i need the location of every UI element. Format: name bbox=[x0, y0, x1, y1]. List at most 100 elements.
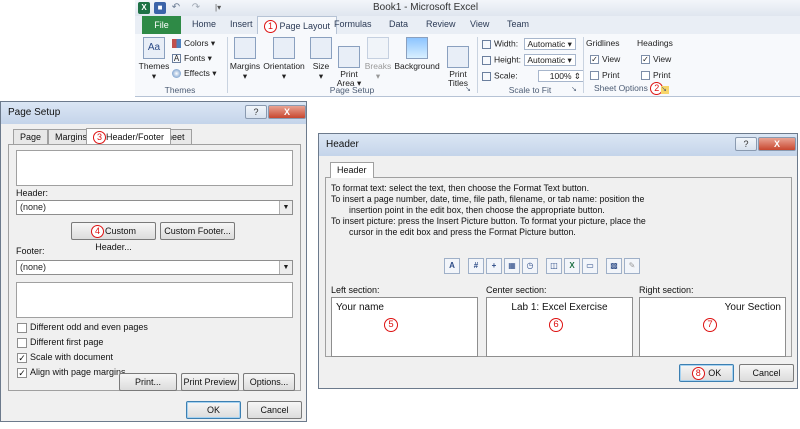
width-dropdown[interactable]: Automatic ▾ bbox=[524, 38, 577, 50]
left-section-editbox[interactable]: Your name 5 bbox=[331, 297, 478, 357]
height-dropdown[interactable]: Automatic ▾ bbox=[524, 54, 577, 66]
ok-button[interactable]: OK bbox=[186, 401, 241, 419]
scale-with-document-checkbox[interactable]: ✓ Scale with document bbox=[17, 352, 113, 363]
breaks-label: Breaks bbox=[364, 61, 392, 71]
excel-ribbon: X ■ ↶ ↷ |▾ Book1 - Microsoft Excel File … bbox=[135, 0, 800, 97]
sheet-options-label: Sheet Options bbox=[594, 82, 648, 93]
undo-icon[interactable]: ↶ bbox=[170, 2, 182, 14]
size-label: Size bbox=[312, 61, 330, 71]
gridlines-print-checkbox[interactable]: Print bbox=[590, 70, 620, 81]
margins-button[interactable]: Margins ▾ bbox=[229, 37, 261, 82]
sheet-options-launcher-icon[interactable]: ↘ bbox=[661, 86, 669, 94]
help-button[interactable]: ? bbox=[245, 105, 267, 119]
effects-button[interactable]: Effects ▾ bbox=[172, 68, 216, 79]
save-icon[interactable]: ■ bbox=[154, 2, 166, 14]
insert-date-icon[interactable]: ▦ bbox=[504, 258, 520, 274]
tab-insert[interactable]: Insert bbox=[230, 19, 253, 29]
fonts-icon: A bbox=[172, 54, 181, 64]
headings-view-check-icon: ✓ bbox=[641, 55, 650, 65]
orientation-icon bbox=[273, 37, 295, 59]
print-area-button[interactable]: Print Area ▾ bbox=[336, 37, 362, 88]
scale-label: Scale: bbox=[494, 70, 518, 81]
scale-stepper[interactable]: 100% ⇕ bbox=[538, 70, 584, 82]
quick-access-customize[interactable]: |▾ bbox=[215, 3, 221, 12]
print-titles-button[interactable]: Print Titles bbox=[443, 37, 473, 88]
effects-icon bbox=[172, 69, 181, 79]
custom-footer-button[interactable]: Custom Footer... bbox=[160, 222, 235, 240]
tab-header-footer[interactable]: 3 Header/Footer bbox=[86, 128, 172, 144]
tab-page-layout[interactable]: 1 Page Layout bbox=[257, 16, 338, 35]
gridlines-print-label: Print bbox=[602, 70, 620, 80]
tab-file[interactable]: File bbox=[142, 16, 181, 34]
insert-page-number-icon[interactable]: # bbox=[468, 258, 484, 274]
insert-time-icon[interactable]: ◷ bbox=[522, 258, 538, 274]
tab-formulas[interactable]: Formulas bbox=[334, 19, 372, 29]
ok-button[interactable]: 8 OK bbox=[679, 364, 734, 382]
page-setup-launcher-icon[interactable]: ↘ bbox=[465, 86, 473, 94]
tab-page[interactable]: Page bbox=[13, 129, 49, 144]
tab-home[interactable]: Home bbox=[192, 19, 216, 29]
tab-data[interactable]: Data bbox=[389, 19, 408, 29]
height-value: Automatic bbox=[527, 55, 566, 65]
size-icon bbox=[310, 37, 332, 59]
fonts-button[interactable]: A Fonts ▾ bbox=[172, 53, 212, 64]
print-preview-button[interactable]: Print Preview bbox=[181, 373, 239, 391]
print-area-icon bbox=[338, 46, 360, 68]
format-picture-icon[interactable]: ✎ bbox=[624, 258, 640, 274]
scale-with-document-label: Scale with document bbox=[30, 352, 114, 362]
footer-preview bbox=[16, 282, 293, 318]
margins-icon bbox=[234, 37, 256, 59]
close-button[interactable]: X bbox=[268, 105, 306, 119]
breaks-button[interactable]: Breaks ▾ bbox=[364, 37, 392, 82]
colors-button[interactable]: Colors ▾ bbox=[172, 38, 215, 49]
gridlines-view-checkbox[interactable]: ✓ View bbox=[590, 54, 620, 65]
format-text-icon[interactable]: A bbox=[444, 258, 460, 274]
different-first-page-checkbox[interactable]: Different first page bbox=[17, 337, 103, 348]
custom-header-button[interactable]: 4 Custom Header... bbox=[71, 222, 156, 252]
excel-app-icon[interactable]: X bbox=[138, 2, 150, 14]
different-odd-even-checkbox[interactable]: Different odd and even pages bbox=[17, 322, 148, 333]
tab-view[interactable]: View bbox=[470, 19, 489, 29]
center-section-editbox[interactable]: Lab 1: Excel Exercise 6 bbox=[486, 297, 633, 357]
insert-file-path-icon[interactable]: ◫ bbox=[546, 258, 562, 274]
close-button[interactable]: X bbox=[758, 137, 796, 151]
right-section-label: Right section: bbox=[639, 285, 694, 295]
insert-file-name-icon[interactable]: X bbox=[564, 258, 580, 274]
scale-to-fit-launcher-icon[interactable]: ↘ bbox=[571, 86, 579, 94]
background-label: Background bbox=[394, 61, 440, 71]
height-label: Height: bbox=[494, 54, 521, 65]
headings-print-check-icon bbox=[641, 71, 650, 81]
tab-review[interactable]: Review bbox=[426, 19, 456, 29]
different-odd-even-check-icon bbox=[17, 322, 27, 333]
background-button[interactable]: Background bbox=[393, 37, 441, 71]
header-preview bbox=[16, 150, 293, 186]
size-button[interactable]: Size ▾ bbox=[308, 37, 334, 82]
cancel-button[interactable]: Cancel bbox=[247, 401, 302, 419]
margins-label: Margins bbox=[229, 61, 261, 71]
themes-button[interactable]: Aa Themes ▾ bbox=[138, 37, 170, 82]
colors-label: Colors ▾ bbox=[184, 38, 216, 48]
sheet-options-group-label: Sheet Options 2 bbox=[584, 82, 684, 95]
callout-badge-8: 8 bbox=[691, 367, 705, 381]
insert-number-of-pages-icon[interactable]: + bbox=[486, 258, 502, 274]
scale-with-document-check-icon: ✓ bbox=[17, 352, 27, 363]
print-button[interactable]: Print... bbox=[119, 373, 177, 391]
insert-sheet-name-icon[interactable]: ▭ bbox=[582, 258, 598, 274]
tab-header[interactable]: Header bbox=[330, 162, 374, 178]
tab-team[interactable]: Team bbox=[507, 19, 529, 29]
footer-dropdown[interactable]: (none) ▼ bbox=[16, 260, 293, 275]
help-button[interactable]: ? bbox=[735, 137, 757, 151]
right-section-editbox[interactable]: Your Section 7 bbox=[639, 297, 786, 357]
align-with-margins-checkbox[interactable]: ✓ Align with page margins bbox=[17, 367, 126, 378]
options-button[interactable]: Options... bbox=[243, 373, 295, 391]
insert-picture-icon[interactable]: ▩ bbox=[606, 258, 622, 274]
header-dropdown[interactable]: (none) ▼ bbox=[16, 200, 293, 215]
headings-print-checkbox[interactable]: Print bbox=[641, 70, 670, 81]
page-setup-dialog: Page Setup ? X Page Margins 3 Header/Foot… bbox=[0, 101, 307, 422]
redo-icon[interactable]: ↷ bbox=[190, 2, 202, 14]
gridlines-print-check-icon bbox=[590, 71, 599, 81]
orientation-button[interactable]: Orientation ▾ bbox=[262, 37, 306, 82]
headings-view-checkbox[interactable]: ✓ View bbox=[641, 54, 672, 65]
headings-view-label: View bbox=[653, 54, 672, 64]
cancel-button[interactable]: Cancel bbox=[739, 364, 794, 382]
